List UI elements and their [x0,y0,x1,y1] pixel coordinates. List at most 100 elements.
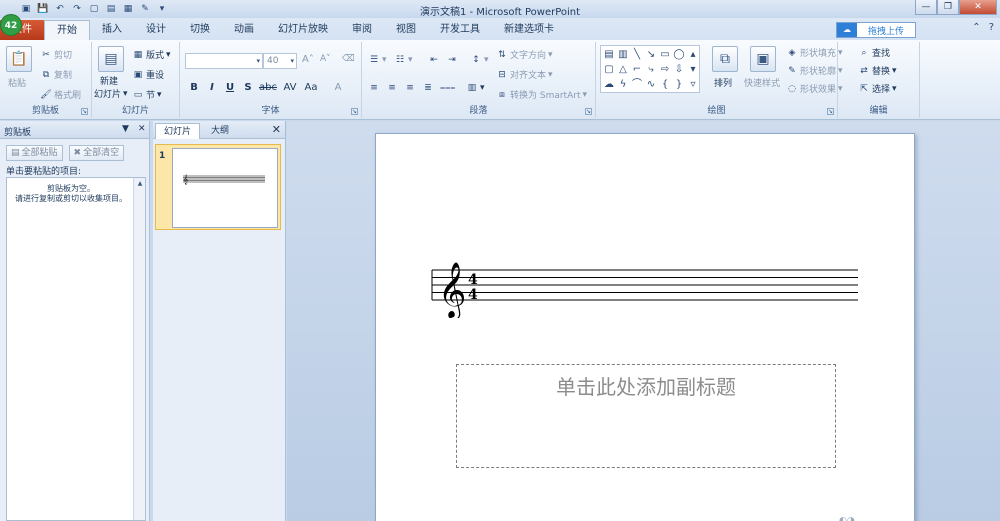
align-left-button[interactable]: ≡ [368,82,380,94]
new-slide-label[interactable]: 新建 [100,74,118,87]
underline-button[interactable]: U [222,82,238,93]
tab-outline[interactable]: 大纲 [203,123,237,139]
right-brace-shape-icon[interactable]: } [672,77,686,92]
align-center-button[interactable]: ≡ [386,82,398,94]
rectangle-shape-icon[interactable]: ▭ [658,47,672,62]
paragraph-launcher-icon[interactable]: ↘ [585,108,592,115]
curved-connector-shape-icon[interactable]: ⤷ [644,62,658,77]
find-button[interactable]: ⌕ 查找 [858,46,890,60]
arrow-line-shape-icon[interactable]: ↘ [644,47,658,62]
upload-button[interactable]: ☁ 拖拽上传 [836,22,916,38]
elbow-connector-shape-icon[interactable]: ⌐ [630,62,644,77]
shape-fill-button[interactable]: ◈ 形状填充 ▾ [786,46,843,60]
new-slide-icon[interactable]: ▤ [98,46,124,72]
gallery-up-icon[interactable]: ▴ [686,47,700,62]
clear-format-icon[interactable]: ⌫ [342,54,355,64]
wave-shape-icon[interactable]: ∿ [644,77,658,92]
textbox-shape-icon[interactable]: ▤ [602,47,616,62]
shape-effects-button[interactable]: ◌ 形状效果 ▾ [786,82,842,96]
shapes-gallery[interactable]: ▤ ▥ ╲ ↘ ▭ ◯ ▴ ▢ △ ⌐ ⤷ ⇨ ⇩ ▾ ☁ ϟ ⌒ ∿ { } … [600,45,700,93]
pane-options-icon[interactable]: ▼ [122,124,129,134]
slide-thumbnail-selected[interactable]: 𝄞 [155,144,281,230]
grow-font-button[interactable]: A˄ [302,54,314,65]
font-launcher-icon[interactable]: ↘ [351,108,358,115]
columns-button[interactable]: ▥ ▾ [466,82,485,94]
slide-thumbnail[interactable]: 𝄞 [172,148,278,228]
bullets-button[interactable]: ☰ ▾ [368,54,387,66]
tab-developer[interactable]: 开发工具 [428,20,492,40]
format-painter-button[interactable]: 🖌 格式刷 [40,88,81,102]
pane-close-icon[interactable]: ✕ [138,124,146,134]
collapse-ribbon-icon[interactable]: ⌃ [972,22,980,33]
left-brace-shape-icon[interactable]: { [658,77,672,92]
right-arrow-shape-icon[interactable]: ⇨ [658,62,672,77]
font-size-combo[interactable]: 40 ▾ [263,53,297,69]
drawing-launcher-icon[interactable]: ↘ [827,108,834,115]
close-button[interactable]: ✕ [959,0,997,15]
help-icon[interactable]: ? [989,22,994,33]
oval-shape-icon[interactable]: ◯ [672,47,686,62]
change-case-button[interactable]: Aa [302,82,320,93]
tab-view[interactable]: 视图 [384,20,428,40]
smartart-button[interactable]: ⧈ 转换为 SmartArt ▾ [496,88,587,102]
new-slide-dropdown[interactable]: 幻灯片 ▾ [94,87,128,101]
copy-button[interactable]: ⧉ 复制 [40,68,72,82]
reset-button[interactable]: ▣ 重设 [132,68,164,82]
align-right-button[interactable]: ≡ [404,82,416,94]
paste-icon[interactable]: 📋 [6,46,32,72]
lightning-shape-icon[interactable]: ϟ [616,77,630,92]
subtitle-placeholder-text[interactable]: 单击此处添加副标题 [457,371,835,400]
clear-all-button[interactable]: ✖ 全部清空 [68,145,125,161]
slide-canvas[interactable]: 𝄞 4 4 单击此处添加副标题 [375,133,915,521]
tab-home[interactable]: 开始 [44,20,90,40]
strikethrough-button[interactable]: abc [258,82,278,93]
scroll-up-icon[interactable]: ▲ [134,178,146,190]
numbering-button[interactable]: ☷ ▾ [394,54,413,66]
gallery-down-icon[interactable]: ▾ [686,62,700,77]
tab-transitions[interactable]: 切换 [178,20,222,40]
line-spacing-button[interactable]: ↕ ▾ [470,54,488,66]
tab-design[interactable]: 设计 [134,20,178,40]
italic-button[interactable]: I [204,82,220,93]
select-button[interactable]: ⇱ 选择 ▾ [858,82,896,96]
align-text-button[interactable]: ⊟ 对齐文本 ▾ [496,68,552,82]
clipboard-scrollbar[interactable]: ▲ [133,178,145,520]
shape-outline-button[interactable]: ✎ 形状轮廓 ▾ [786,64,842,78]
cloud-shape-icon[interactable]: ☁ [602,77,616,92]
distribute-button[interactable]: ⩶ [440,82,455,94]
music-staff[interactable]: 𝄞 4 4 [428,254,862,318]
arrange-icon[interactable]: ⧉ [712,46,738,72]
increase-indent-button[interactable]: ⇥ [446,54,458,66]
slides-pane-close-icon[interactable]: ✕ [272,123,281,136]
down-arrow-shape-icon[interactable]: ⇩ [672,62,686,77]
restore-button[interactable]: ❐ [937,0,959,15]
quick-styles-button[interactable]: 快速样式 [744,76,780,89]
section-button[interactable]: ▭ 节 ▾ [132,88,162,102]
replace-button[interactable]: ⇄ 替换 ▾ [858,64,896,78]
font-color-button[interactable]: A [330,82,346,93]
subtitle-placeholder-box[interactable]: 单击此处添加副标题 [456,364,836,468]
decrease-indent-button[interactable]: ⇤ [428,54,440,66]
paste-all-button[interactable]: ▤ 全部粘贴 [6,145,63,161]
tab-animations[interactable]: 动画 [222,20,266,40]
layout-button[interactable]: ▦ 版式 ▾ [132,48,171,62]
tab-new-tab[interactable]: 新建选项卡 [492,20,566,40]
shrink-font-button[interactable]: A˅ [320,54,331,64]
clipboard-launcher-icon[interactable]: ↘ [81,108,88,115]
tab-slides[interactable]: 幻灯片 [155,123,201,139]
quick-styles-icon[interactable]: ▣ [750,46,776,72]
arrange-button[interactable]: 排列 [714,76,732,89]
gallery-more-icon[interactable]: ▿ [686,77,700,92]
shadow-button[interactable]: S [240,82,256,93]
justify-button[interactable]: ≣ [422,82,434,94]
rounded-rectangle-shape-icon[interactable]: ▢ [602,62,616,77]
arc-shape-icon[interactable]: ⌒ [630,77,644,92]
character-spacing-button[interactable]: AV [280,82,300,93]
vertical-textbox-shape-icon[interactable]: ▥ [616,47,630,62]
line-shape-icon[interactable]: ╲ [630,47,644,62]
tab-insert[interactable]: 插入 [90,20,134,40]
font-name-combo[interactable]: ▾ [185,53,263,69]
paste-button[interactable]: 粘贴 [8,76,26,89]
tab-slideshow[interactable]: 幻灯片放映 [266,20,340,40]
clipboard-items-list[interactable]: 剪贴板为空。 请进行复制或剪切以收集项目。 ▲ [6,177,146,521]
